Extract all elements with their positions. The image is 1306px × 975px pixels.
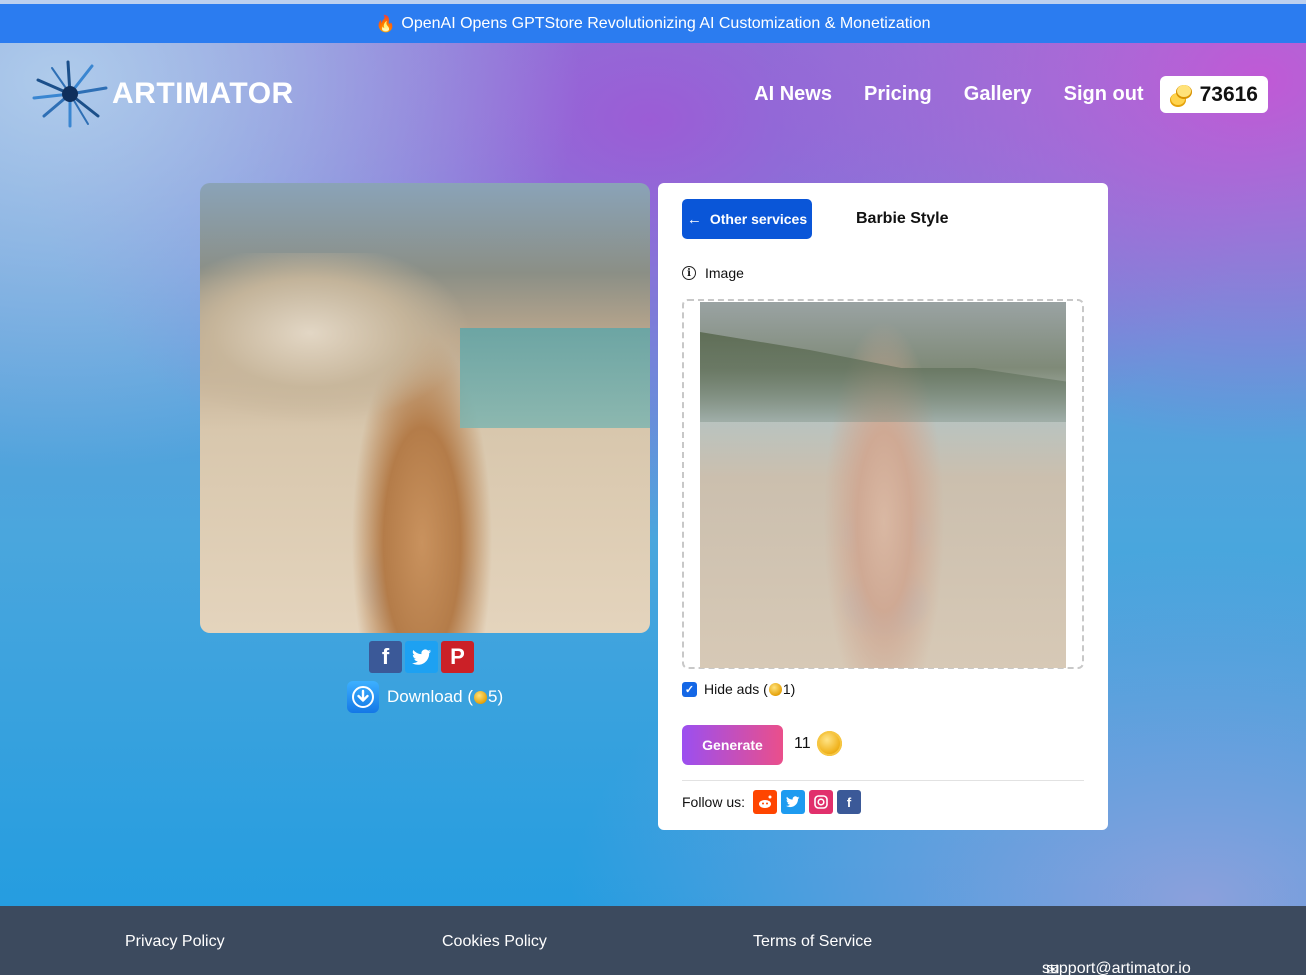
service-panel: ← Other services Barbie Style i Image ✓ …: [658, 183, 1108, 830]
footer: Privacy Policy Cookies Policy Terms of S…: [0, 906, 1306, 975]
coin-icon: [816, 731, 842, 756]
main-nav: AI News Pricing Gallery Sign out 73616: [754, 76, 1268, 113]
instagram-icon[interactable]: [809, 790, 834, 814]
other-services-button[interactable]: ← Other services: [682, 199, 812, 239]
envelope-icon: ✉: [1046, 962, 1060, 975]
coins-icon: [1169, 84, 1192, 107]
hide-ads-option[interactable]: ✓ Hide ads ( 1): [682, 681, 795, 697]
download-link[interactable]: Download ( 5): [347, 681, 503, 713]
other-services-label: Other services: [709, 211, 808, 227]
reddit-icon[interactable]: [753, 790, 778, 814]
follow-us: Follow us: f: [682, 790, 862, 814]
result-image[interactable]: [200, 183, 650, 633]
page-background: [0, 0, 1306, 975]
hide-ads-checkbox[interactable]: ✓: [682, 681, 697, 697]
generate-button[interactable]: Generate: [682, 725, 783, 765]
credits-count: 73616: [1199, 82, 1258, 106]
starburst-logo-icon: [32, 60, 108, 128]
hide-ads-label: Hide ads (: [704, 681, 768, 697]
info-icon[interactable]: i: [682, 266, 696, 280]
arrow-left-icon: ←: [686, 210, 702, 228]
nav-sign-out[interactable]: Sign out: [1064, 83, 1144, 106]
facebook-share-icon[interactable]: f: [369, 641, 402, 673]
generate-cost: 11: [794, 731, 842, 756]
announcement-bar[interactable]: 🔥 OpenAI Opens GPTStore Revolutionizing …: [0, 0, 1306, 43]
support-email: support@artimator.io: [1042, 960, 1191, 975]
download-icon: [347, 681, 379, 713]
share-buttons: f P: [369, 641, 474, 673]
pinterest-share-icon[interactable]: P: [441, 641, 474, 673]
twitter-share-icon[interactable]: [405, 641, 438, 673]
announcement-text[interactable]: OpenAI Opens GPTStore Revolutionizing AI…: [401, 15, 930, 33]
uploaded-image-preview: [700, 302, 1066, 668]
uploaded-image-hills: [700, 332, 1066, 422]
download-label: Download (: [387, 687, 473, 706]
result-image-sea: [460, 328, 650, 428]
result-image-rocks: [200, 253, 500, 423]
nav-ai-news[interactable]: AI News: [754, 83, 832, 106]
divider: [682, 780, 1084, 781]
terms-of-service-link[interactable]: Terms of Service: [753, 933, 872, 951]
image-upload-dropzone[interactable]: [682, 299, 1084, 669]
image-field-label: i Image: [682, 265, 744, 281]
follow-us-label: Follow us:: [682, 794, 746, 810]
download-cost: 5): [488, 687, 504, 706]
hide-ads-cost: 1): [782, 681, 796, 697]
twitter-icon[interactable]: [781, 790, 806, 814]
nav-pricing[interactable]: Pricing: [864, 83, 932, 106]
cookies-policy-link[interactable]: Cookies Policy: [442, 933, 547, 951]
privacy-policy-link[interactable]: Privacy Policy: [125, 933, 225, 951]
generate-cost-value: 11: [794, 734, 811, 752]
credits-badge[interactable]: 73616: [1159, 76, 1268, 113]
coin-icon: [474, 690, 487, 704]
service-title: Barbie Style: [856, 210, 949, 227]
coin-icon: [768, 682, 782, 696]
brand-logo[interactable]: ARTIMATOR: [30, 58, 294, 130]
fire-icon: 🔥: [375, 15, 396, 33]
nav-gallery[interactable]: Gallery: [964, 83, 1032, 106]
facebook-icon[interactable]: f: [837, 790, 862, 814]
brand-name: ARTIMATOR: [112, 77, 294, 110]
image-label-text: Image: [705, 265, 744, 281]
